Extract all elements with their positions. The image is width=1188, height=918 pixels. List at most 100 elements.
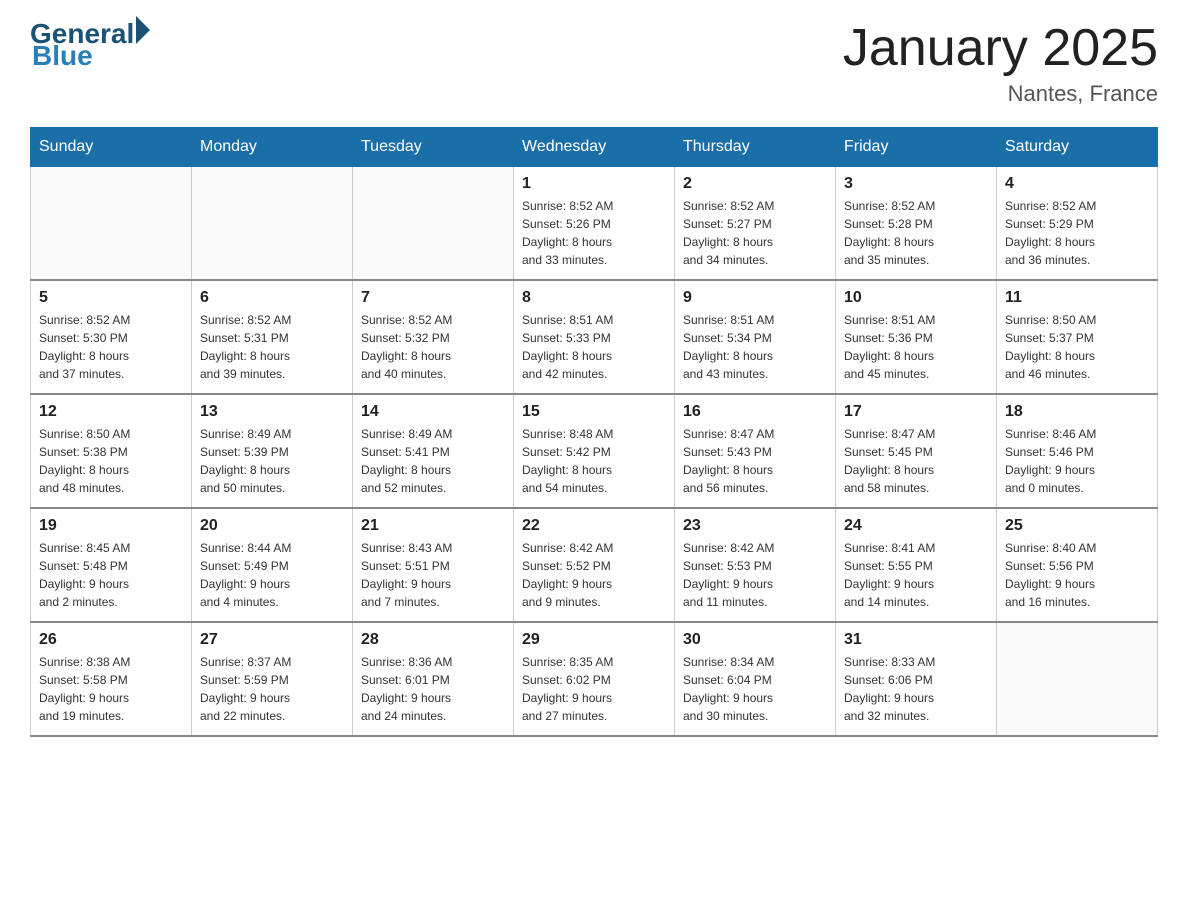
header-thursday: Thursday bbox=[675, 128, 836, 167]
table-row: 3 Sunrise: 8:52 AMSunset: 5:28 PMDaylight… bbox=[836, 167, 997, 281]
table-row bbox=[353, 167, 514, 281]
day-number: 12 bbox=[39, 403, 183, 421]
day-number: 24 bbox=[844, 517, 988, 535]
calendar-subtitle: Nantes, France bbox=[843, 81, 1158, 107]
day-info: Sunrise: 8:37 AMSunset: 5:59 PMDaylight:… bbox=[200, 653, 344, 725]
table-row bbox=[192, 167, 353, 281]
logo-arrow-icon bbox=[136, 16, 150, 44]
day-number: 4 bbox=[1005, 175, 1149, 193]
day-number: 19 bbox=[39, 517, 183, 535]
day-number: 8 bbox=[522, 289, 666, 307]
day-number: 3 bbox=[844, 175, 988, 193]
day-info: Sunrise: 8:35 AMSunset: 6:02 PMDaylight:… bbox=[522, 653, 666, 725]
day-info: Sunrise: 8:34 AMSunset: 6:04 PMDaylight:… bbox=[683, 653, 827, 725]
day-number: 16 bbox=[683, 403, 827, 421]
day-number: 1 bbox=[522, 175, 666, 193]
day-number: 30 bbox=[683, 631, 827, 649]
table-row: 23 Sunrise: 8:42 AMSunset: 5:53 PMDayligh… bbox=[675, 508, 836, 622]
table-row: 17Sunrise: 8:47 AMSunset: 5:45 PMDayligh… bbox=[836, 394, 997, 508]
day-info: Sunrise: 8:42 AMSunset: 5:52 PMDaylight:… bbox=[522, 539, 666, 611]
day-info: Sunrise: 8:52 AMSunset: 5:27 PMDaylight:… bbox=[683, 197, 827, 269]
table-row: 7 Sunrise: 8:52 AMSunset: 5:32 PMDaylight… bbox=[353, 280, 514, 394]
table-row: 14Sunrise: 8:49 AMSunset: 5:41 PMDayligh… bbox=[353, 394, 514, 508]
day-number: 9 bbox=[683, 289, 827, 307]
page-header: General Blue January 2025 Nantes, France bbox=[30, 20, 1158, 107]
day-info: Sunrise: 8:50 AMSunset: 5:38 PMDaylight:… bbox=[39, 425, 183, 497]
table-row: 26Sunrise: 8:38 AMSunset: 5:58 PMDayligh… bbox=[31, 622, 192, 736]
day-info: Sunrise: 8:52 AMSunset: 5:31 PMDaylight:… bbox=[200, 311, 344, 383]
table-row: 28Sunrise: 8:36 AMSunset: 6:01 PMDayligh… bbox=[353, 622, 514, 736]
day-number: 29 bbox=[522, 631, 666, 649]
day-info: Sunrise: 8:50 AMSunset: 5:37 PMDaylight:… bbox=[1005, 311, 1149, 383]
table-row: 6 Sunrise: 8:52 AMSunset: 5:31 PMDaylight… bbox=[192, 280, 353, 394]
day-info: Sunrise: 8:40 AMSunset: 5:56 PMDaylight:… bbox=[1005, 539, 1149, 611]
table-row: 16 Sunrise: 8:47 AMSunset: 5:43 PMDayligh… bbox=[675, 394, 836, 508]
header-friday: Friday bbox=[836, 128, 997, 167]
table-row: 9 Sunrise: 8:51 AMSunset: 5:34 PMDaylight… bbox=[675, 280, 836, 394]
table-row: 8 Sunrise: 8:51 AMSunset: 5:33 PMDaylight… bbox=[514, 280, 675, 394]
day-number: 7 bbox=[361, 289, 505, 307]
table-row: 20Sunrise: 8:44 AMSunset: 5:49 PMDayligh… bbox=[192, 508, 353, 622]
header-saturday: Saturday bbox=[997, 128, 1158, 167]
day-number: 13 bbox=[200, 403, 344, 421]
day-info: Sunrise: 8:48 AMSunset: 5:42 PMDaylight:… bbox=[522, 425, 666, 497]
table-row: 29 Sunrise: 8:35 AMSunset: 6:02 PMDayligh… bbox=[514, 622, 675, 736]
day-number: 27 bbox=[200, 631, 344, 649]
day-number: 23 bbox=[683, 517, 827, 535]
table-row: 12 Sunrise: 8:50 AMSunset: 5:38 PMDayligh… bbox=[31, 394, 192, 508]
day-number: 20 bbox=[200, 517, 344, 535]
day-number: 6 bbox=[200, 289, 344, 307]
header-monday: Monday bbox=[192, 128, 353, 167]
calendar-week-3: 12 Sunrise: 8:50 AMSunset: 5:38 PMDayligh… bbox=[31, 394, 1158, 508]
header-sunday: Sunday bbox=[31, 128, 192, 167]
day-info: Sunrise: 8:52 AMSunset: 5:28 PMDaylight:… bbox=[844, 197, 988, 269]
day-number: 5 bbox=[39, 289, 183, 307]
day-info: Sunrise: 8:52 AMSunset: 5:30 PMDaylight:… bbox=[39, 311, 183, 383]
table-row: 2Sunrise: 8:52 AMSunset: 5:27 PMDaylight… bbox=[675, 167, 836, 281]
day-info: Sunrise: 8:52 AMSunset: 5:26 PMDaylight:… bbox=[522, 197, 666, 269]
header-wednesday: Wednesday bbox=[514, 128, 675, 167]
table-row: 24 Sunrise: 8:41 AMSunset: 5:55 PMDayligh… bbox=[836, 508, 997, 622]
calendar-week-4: 19 Sunrise: 8:45 AMSunset: 5:48 PMDayligh… bbox=[31, 508, 1158, 622]
table-row: 25 Sunrise: 8:40 AMSunset: 5:56 PMDayligh… bbox=[997, 508, 1158, 622]
table-row: 10Sunrise: 8:51 AMSunset: 5:36 PMDayligh… bbox=[836, 280, 997, 394]
logo: General Blue bbox=[30, 20, 150, 70]
day-info: Sunrise: 8:47 AMSunset: 5:45 PMDaylight:… bbox=[844, 425, 988, 497]
table-row: 1 Sunrise: 8:52 AMSunset: 5:26 PMDaylight… bbox=[514, 167, 675, 281]
table-row: 31 Sunrise: 8:33 AMSunset: 6:06 PMDayligh… bbox=[836, 622, 997, 736]
day-number: 18 bbox=[1005, 403, 1149, 421]
table-row: 15 Sunrise: 8:48 AMSunset: 5:42 PMDayligh… bbox=[514, 394, 675, 508]
day-info: Sunrise: 8:52 AMSunset: 5:32 PMDaylight:… bbox=[361, 311, 505, 383]
day-number: 15 bbox=[522, 403, 666, 421]
day-number: 21 bbox=[361, 517, 505, 535]
day-info: Sunrise: 8:42 AMSunset: 5:53 PMDaylight:… bbox=[683, 539, 827, 611]
day-number: 11 bbox=[1005, 289, 1149, 307]
table-row: 13 Sunrise: 8:49 AMSunset: 5:39 PMDayligh… bbox=[192, 394, 353, 508]
day-info: Sunrise: 8:51 AMSunset: 5:34 PMDaylight:… bbox=[683, 311, 827, 383]
day-number: 31 bbox=[844, 631, 988, 649]
day-info: Sunrise: 8:45 AMSunset: 5:48 PMDaylight:… bbox=[39, 539, 183, 611]
day-info: Sunrise: 8:51 AMSunset: 5:36 PMDaylight:… bbox=[844, 311, 988, 383]
day-info: Sunrise: 8:49 AMSunset: 5:41 PMDaylight:… bbox=[361, 425, 505, 497]
table-row: 22Sunrise: 8:42 AMSunset: 5:52 PMDayligh… bbox=[514, 508, 675, 622]
day-info: Sunrise: 8:41 AMSunset: 5:55 PMDaylight:… bbox=[844, 539, 988, 611]
day-number: 28 bbox=[361, 631, 505, 649]
calendar-week-1: 1 Sunrise: 8:52 AMSunset: 5:26 PMDaylight… bbox=[31, 167, 1158, 281]
day-info: Sunrise: 8:47 AMSunset: 5:43 PMDaylight:… bbox=[683, 425, 827, 497]
calendar-title: January 2025 bbox=[843, 20, 1158, 77]
table-row: 18Sunrise: 8:46 AMSunset: 5:46 PMDayligh… bbox=[997, 394, 1158, 508]
header-tuesday: Tuesday bbox=[353, 128, 514, 167]
table-row: 19 Sunrise: 8:45 AMSunset: 5:48 PMDayligh… bbox=[31, 508, 192, 622]
table-row: 21 Sunrise: 8:43 AMSunset: 5:51 PMDayligh… bbox=[353, 508, 514, 622]
day-info: Sunrise: 8:43 AMSunset: 5:51 PMDaylight:… bbox=[361, 539, 505, 611]
day-info: Sunrise: 8:52 AMSunset: 5:29 PMDaylight:… bbox=[1005, 197, 1149, 269]
day-info: Sunrise: 8:51 AMSunset: 5:33 PMDaylight:… bbox=[522, 311, 666, 383]
table-row: 5 Sunrise: 8:52 AMSunset: 5:30 PMDaylight… bbox=[31, 280, 192, 394]
calendar-table: Sunday Monday Tuesday Wednesday Thursday… bbox=[30, 127, 1158, 737]
day-info: Sunrise: 8:33 AMSunset: 6:06 PMDaylight:… bbox=[844, 653, 988, 725]
day-number: 25 bbox=[1005, 517, 1149, 535]
calendar-week-5: 26Sunrise: 8:38 AMSunset: 5:58 PMDayligh… bbox=[31, 622, 1158, 736]
day-info: Sunrise: 8:49 AMSunset: 5:39 PMDaylight:… bbox=[200, 425, 344, 497]
table-row bbox=[997, 622, 1158, 736]
table-row bbox=[31, 167, 192, 281]
